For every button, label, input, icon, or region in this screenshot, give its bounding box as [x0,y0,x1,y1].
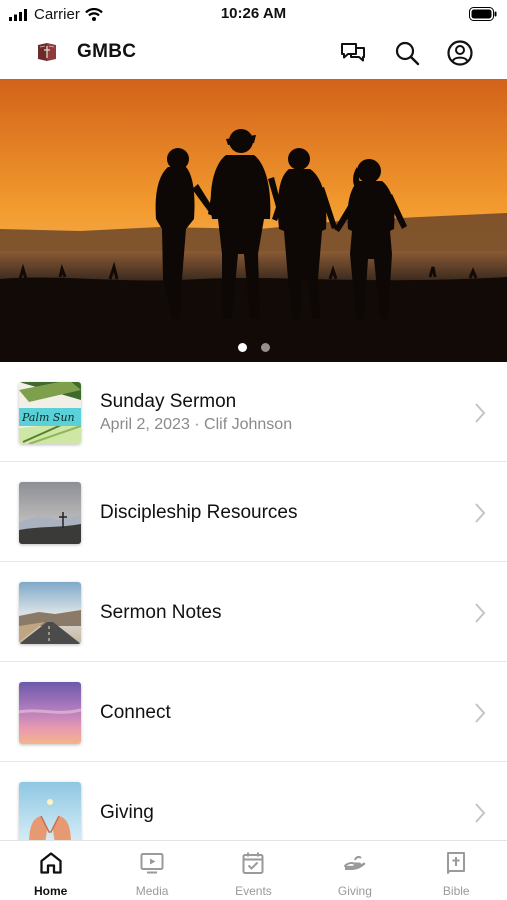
discipleship-title: Discipleship Resources [100,502,298,523]
discipleship-thumbnail [19,482,81,544]
tab-media-label: Media [135,884,169,898]
tab-giving-label: Giving [337,884,372,898]
hero-carousel[interactable] [0,79,507,362]
giving-hand-icon [343,855,366,870]
calendar-check-icon [242,852,264,874]
bible-icon [447,852,466,874]
tab-events-label: Events [235,884,272,898]
carousel-dot-2[interactable] [260,343,270,352]
list-item-connect[interactable]: Connect [0,662,507,762]
giving-title: Giving [100,802,154,823]
app-header: GMBC [0,28,507,78]
church-logo-icon [38,43,56,61]
chat-icon[interactable] [339,39,367,67]
app-title: GMBC [77,41,137,62]
chevron-right-icon [475,703,486,723]
status-bar: Carrier 10:26 AM [0,0,507,28]
list-item-sunday-sermon[interactable]: Palm Sun Sunday Sermon April 2, 2023 · C… [0,362,507,462]
tab-events[interactable]: Events [203,841,304,900]
list-item-sermon-notes[interactable]: Sermon Notes [0,562,507,662]
thumb-text: Palm Sun [21,411,75,424]
tab-home[interactable]: Home [0,841,101,900]
sunday-sermon-title: Sunday Sermon [100,391,237,412]
carousel-dots [0,343,507,352]
list-item-discipleship-resources[interactable]: Discipleship Resources [0,462,507,562]
tab-media[interactable]: Media [101,841,202,900]
battery-icon [469,7,497,26]
tab-home-label: Home [34,884,68,898]
chevron-right-icon [475,503,486,523]
profile-icon[interactable] [446,39,474,67]
search-icon[interactable] [393,39,421,67]
sermon-notes-title: Sermon Notes [100,602,222,623]
giving-thumbnail [19,782,81,844]
sunday-sermon-thumbnail: Palm Sun [19,382,81,444]
tab-bible-label: Bible [442,884,470,898]
content-list: Palm Sun Sunday Sermon April 2, 2023 · C… [0,362,507,862]
hero-image [0,79,507,362]
tab-bar: Home Media Events Giving Bible [0,840,507,900]
connect-thumbnail [19,682,81,744]
status-time: 10:26 AM [220,5,287,22]
tab-giving[interactable]: Giving [304,841,405,900]
tab-bible[interactable]: Bible [406,841,507,900]
sunday-sermon-subtitle: April 2, 2023 · Clif Johnson [100,416,293,433]
chevron-right-icon [475,803,486,823]
home-icon [40,852,62,874]
carousel-dot-1[interactable] [237,343,247,352]
sermon-notes-thumbnail [19,582,81,644]
chevron-right-icon [475,403,486,423]
chevron-right-icon [475,603,486,623]
tv-play-icon [140,853,164,874]
connect-title: Connect [100,702,171,723]
